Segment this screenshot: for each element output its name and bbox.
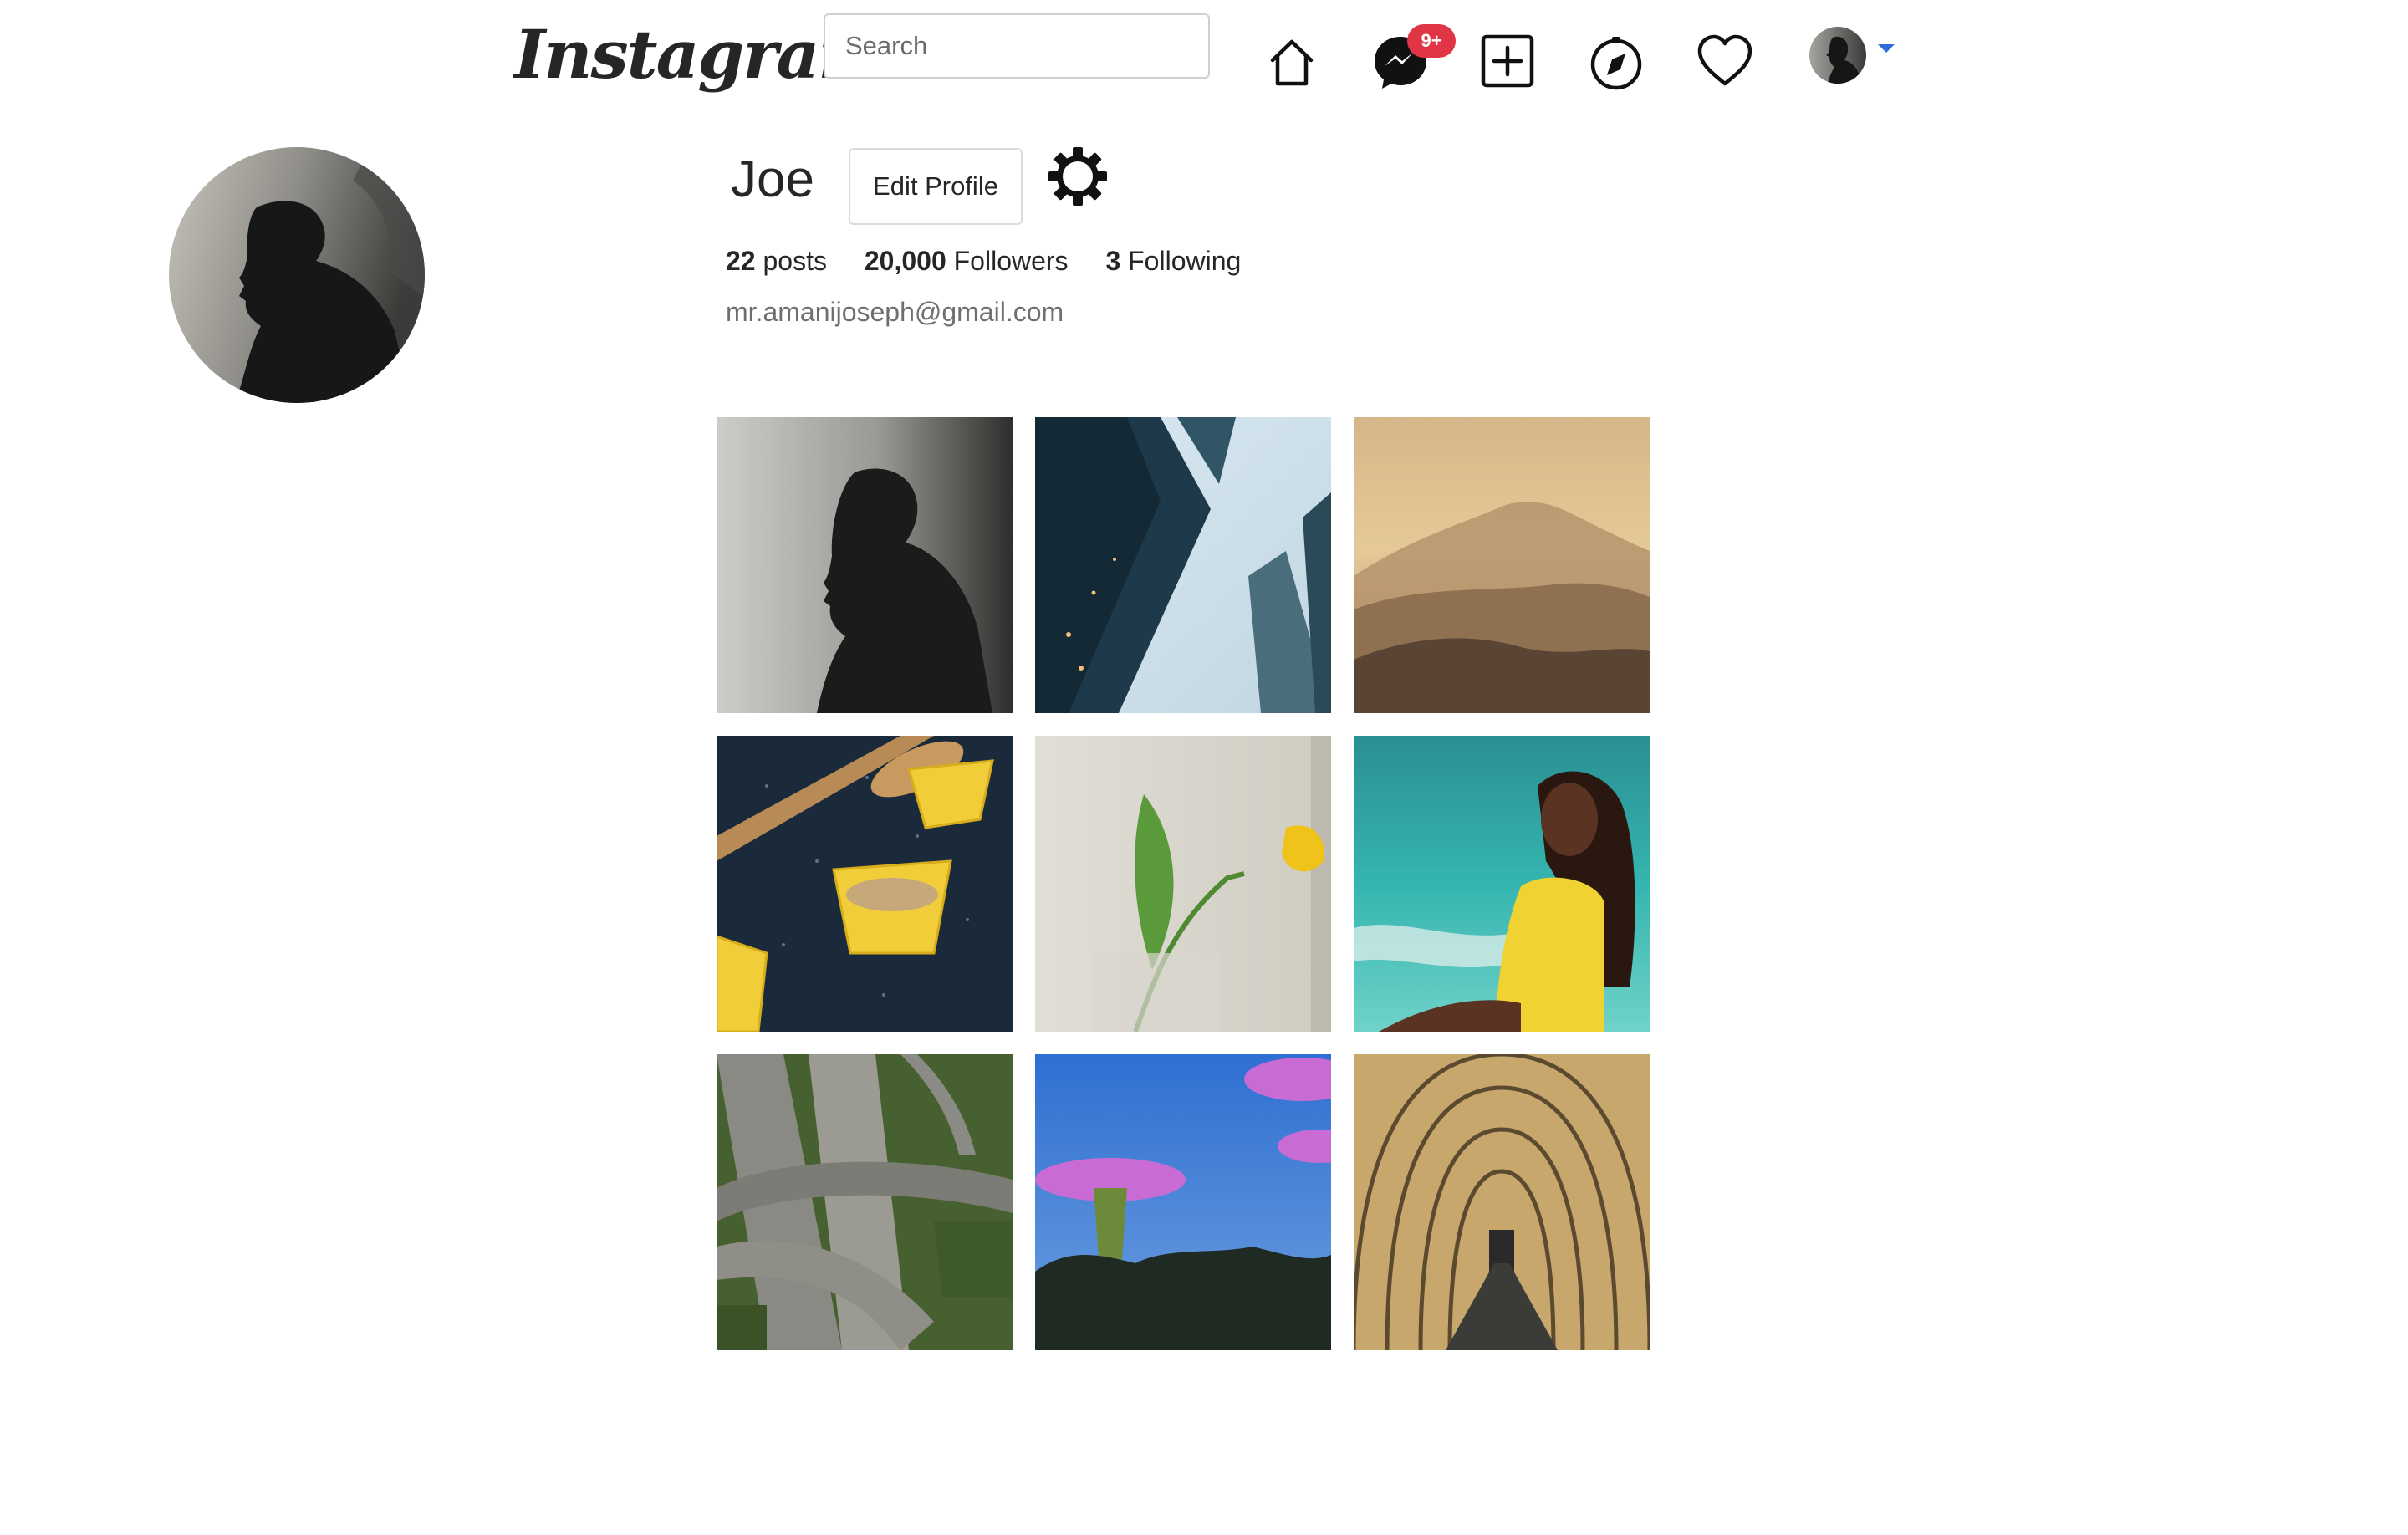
activity-heart-icon[interactable] [1696, 32, 1754, 90]
posts-label: posts [763, 246, 827, 276]
post-highway-interchange[interactable] [717, 1054, 1013, 1350]
post-cupcake-liners[interactable] [717, 736, 1013, 1032]
posts-count: 22 [726, 246, 756, 276]
post-supertree-grove[interactable] [1035, 1054, 1331, 1350]
explore-icon[interactable] [1587, 32, 1645, 90]
profile-email: mr.amanijoseph@gmail.com [726, 297, 1064, 327]
post-woman-at-beach[interactable] [1354, 736, 1650, 1032]
profile-username: Joe [731, 150, 814, 208]
new-post-icon[interactable] [1478, 32, 1537, 90]
posts-stat[interactable]: 22 posts [726, 242, 827, 279]
followers-count: 20,000 [864, 246, 946, 276]
following-stat[interactable]: 3 Following [1105, 242, 1241, 279]
post-silhouette-portrait[interactable] [717, 417, 1013, 713]
following-count: 3 [1105, 246, 1121, 276]
posts-grid [717, 417, 1650, 1350]
post-glass-skyscrapers[interactable] [1035, 417, 1331, 713]
post-covered-walkway[interactable] [1354, 1054, 1650, 1350]
followers-label: Followers [953, 246, 1069, 276]
nav-avatar[interactable] [1809, 27, 1866, 84]
edit-profile-button[interactable]: Edit Profile [849, 148, 1023, 225]
settings-gear-icon[interactable] [1045, 144, 1110, 209]
dropdown-caret-icon[interactable] [1878, 44, 1895, 53]
profile-stats: 22 posts 20,000 Followers 3 Following [726, 242, 1271, 279]
home-icon[interactable] [1263, 32, 1321, 90]
messages-badge: 9+ [1407, 24, 1456, 58]
following-label: Following [1128, 246, 1242, 276]
followers-stat[interactable]: 20,000 Followers [865, 242, 1069, 279]
top-navbar: Instagram 9+ [0, 0, 2408, 109]
profile-photo[interactable] [169, 147, 425, 403]
search-input[interactable] [824, 13, 1210, 79]
post-yellow-tulip[interactable] [1035, 736, 1331, 1032]
post-misty-mountain[interactable] [1354, 417, 1650, 713]
